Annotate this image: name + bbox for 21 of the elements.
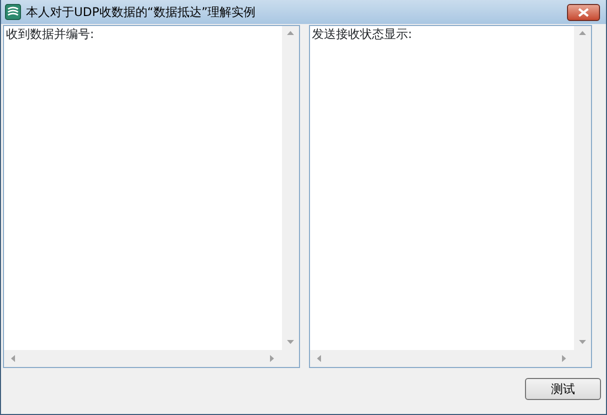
scroll-left-icon[interactable] bbox=[10, 355, 17, 362]
text-box[interactable]: 发送接收状态显示: bbox=[309, 25, 592, 368]
scroll-right-icon[interactable] bbox=[269, 355, 276, 362]
scroll-down-icon[interactable] bbox=[287, 339, 294, 346]
vertical-scrollbar[interactable] bbox=[282, 26, 299, 350]
close-button[interactable] bbox=[567, 4, 600, 20]
close-icon bbox=[578, 8, 589, 16]
vertical-scrollbar[interactable] bbox=[574, 26, 591, 350]
scroll-up-icon[interactable] bbox=[579, 30, 586, 37]
scroll-up-icon[interactable] bbox=[287, 30, 294, 37]
scroll-down-icon[interactable] bbox=[579, 339, 586, 346]
scroll-left-icon[interactable] bbox=[316, 355, 323, 362]
test-button[interactable]: 测试 bbox=[525, 378, 601, 400]
window-title: 本人对于UDP收数据的“数据抵达”理解实例 bbox=[26, 4, 256, 21]
text-box-content: 发送接收状态显示: bbox=[312, 27, 412, 41]
app-icon bbox=[5, 4, 21, 20]
scroll-right-icon[interactable] bbox=[561, 355, 568, 362]
horizontal-scrollbar[interactable] bbox=[4, 350, 282, 367]
text-box-content: 收到数据并编号: bbox=[6, 27, 94, 41]
text-box[interactable]: 收到数据并编号: bbox=[3, 25, 300, 368]
horizontal-scrollbar[interactable] bbox=[310, 350, 574, 367]
